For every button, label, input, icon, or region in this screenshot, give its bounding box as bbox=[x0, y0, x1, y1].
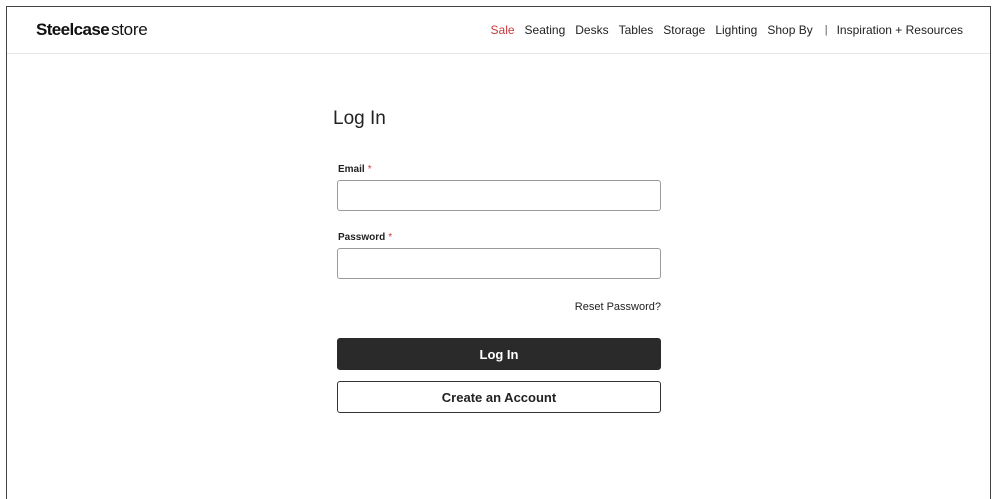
nav-item-seating[interactable]: Seating bbox=[525, 22, 566, 38]
nav-item-storage[interactable]: Storage bbox=[663, 22, 705, 38]
email-label-text: Email bbox=[338, 164, 365, 175]
password-field[interactable] bbox=[337, 248, 661, 279]
logo-brand: Steelcase bbox=[36, 20, 110, 39]
nav-item-sale[interactable]: Sale bbox=[491, 22, 515, 38]
nav-item-shop-by[interactable]: Shop By bbox=[767, 22, 812, 38]
nav-item-inspiration-resources[interactable]: Inspiration + Resources bbox=[837, 22, 963, 38]
site-header: Steelcase store Sale Seating Desks Tables… bbox=[7, 7, 990, 54]
nav-item-lighting[interactable]: Lighting bbox=[715, 22, 757, 38]
nav-separator: | bbox=[824, 24, 828, 36]
password-label-text: Password bbox=[338, 232, 386, 243]
email-field[interactable] bbox=[337, 180, 661, 211]
browser-frame: Steelcase store Sale Seating Desks Tables… bbox=[6, 6, 991, 499]
nav-item-tables[interactable]: Tables bbox=[619, 22, 654, 38]
login-button[interactable]: Log In bbox=[337, 338, 661, 370]
main-nav: Sale Seating Desks Tables Storage Lighti… bbox=[491, 22, 963, 38]
steelcase-store-logo[interactable]: Steelcase store bbox=[36, 20, 148, 40]
nav-item-desks[interactable]: Desks bbox=[575, 22, 608, 38]
page-title: Log In bbox=[333, 108, 386, 129]
logo-suffix: store bbox=[111, 20, 148, 39]
reset-password-link[interactable]: Reset Password? bbox=[575, 301, 661, 313]
login-form: Log In Email * Password * Reset Password? … bbox=[333, 107, 663, 413]
create-account-button[interactable]: Create an Account bbox=[337, 381, 661, 413]
password-label: Password * bbox=[338, 232, 392, 243]
password-required-marker: * bbox=[388, 232, 393, 243]
email-required-marker: * bbox=[367, 164, 372, 175]
email-label: Email * bbox=[338, 164, 372, 175]
